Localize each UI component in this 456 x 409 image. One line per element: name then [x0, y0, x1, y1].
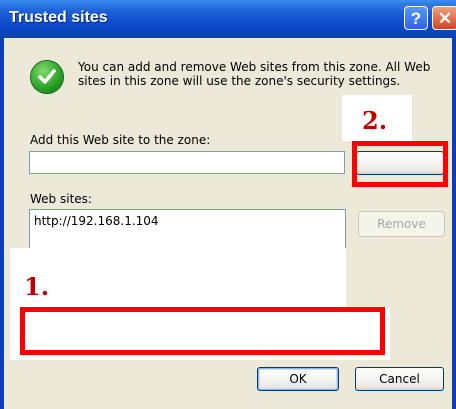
- window-border-right: [452, 38, 456, 409]
- window-title: Trusted sites: [9, 9, 108, 26]
- check-icon: [31, 61, 63, 93]
- close-button[interactable]: ✕: [432, 6, 456, 30]
- annotation-2-highlight: [352, 141, 448, 187]
- window-border-left: [0, 38, 4, 409]
- websites-label: Web sites:: [30, 192, 92, 206]
- remove-button[interactable]: Remove: [358, 211, 445, 237]
- trusted-sites-dialog: Trusted sites ? ✕ You can add and remove…: [0, 0, 456, 409]
- annotation-1-background: [10, 248, 346, 308]
- add-site-input[interactable]: [29, 151, 345, 174]
- website-list-item[interactable]: http://192.168.1.104: [34, 214, 159, 228]
- help-button[interactable]: ?: [404, 6, 428, 30]
- annotation-2-label: 2.: [362, 106, 388, 135]
- zone-info-text: You can add and remove Web sites from th…: [78, 60, 431, 88]
- add-site-label: Add this Web site to the zone:: [30, 133, 211, 147]
- ok-button[interactable]: OK: [257, 367, 339, 391]
- title-bar[interactable]: Trusted sites ? ✕: [0, 0, 456, 38]
- cancel-button[interactable]: Cancel: [355, 367, 444, 391]
- annotation-1-label: 1.: [24, 272, 50, 301]
- annotation-1-highlight: [20, 307, 385, 355]
